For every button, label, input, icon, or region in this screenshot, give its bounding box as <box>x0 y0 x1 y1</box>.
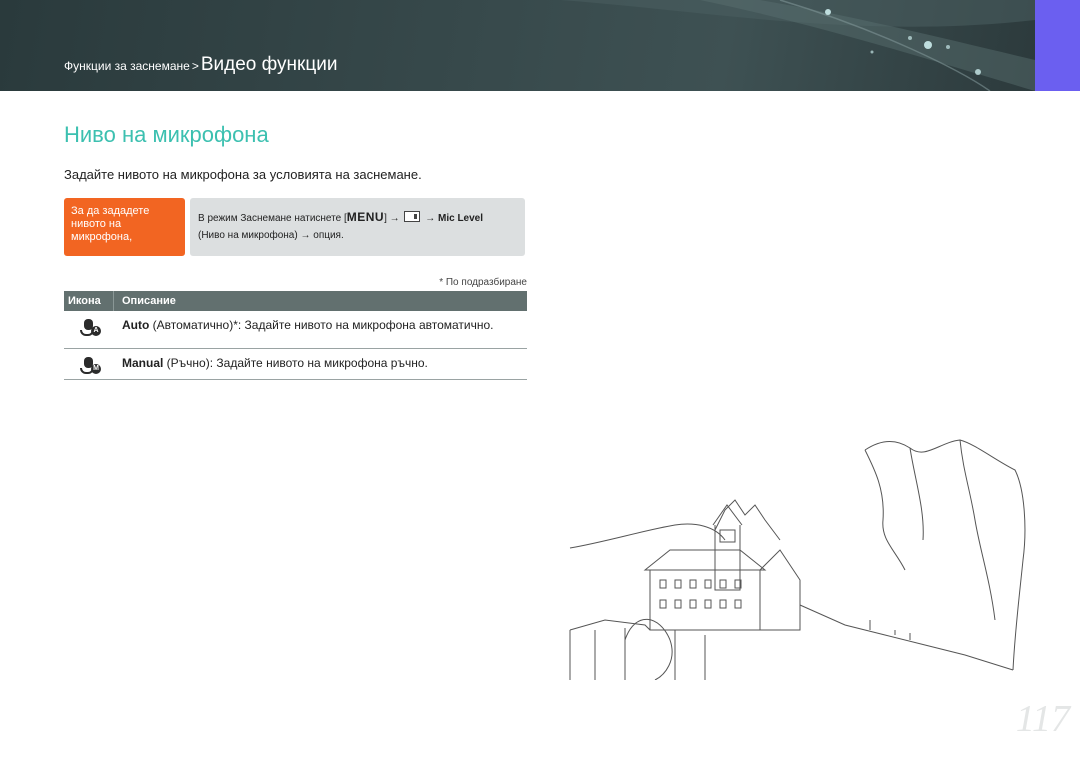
page-number: 117 <box>1015 698 1070 740</box>
description-cell: Auto (Автоматично)*: Задайте нивото на м… <box>114 311 527 348</box>
options-table: Икона Описание A Auto (Автоматично)*: За… <box>64 291 527 380</box>
option-keyword: Auto <box>122 318 150 332</box>
header-accent-bar <box>1035 0 1080 91</box>
table-row: M Manual (Ръчно): Задайте нивото на микр… <box>64 349 527 380</box>
icon-cell: M <box>64 349 114 379</box>
village-line-illustration <box>569 439 1026 680</box>
option-description: (Автоматично)*: Задайте нивото на микроф… <box>149 318 494 332</box>
mic-auto-icon: A <box>78 319 101 337</box>
breadcrumb-current: Видео функции <box>200 54 338 75</box>
column-header-description: Описание <box>122 295 176 307</box>
steps-box: В режим Заснемане натиснете [MENU] → → M… <box>190 198 525 256</box>
icon-cell: A <box>64 311 114 348</box>
mic-manual-icon: M <box>78 357 101 375</box>
mic-manual-badge: M <box>91 364 101 374</box>
option-keyword: Manual <box>122 356 164 370</box>
option-description: (Ръчно): Задайте нивото на микрофона ръч… <box>163 356 428 370</box>
steps-prefix: В режим Заснемане натиснете [ <box>198 213 347 224</box>
steps-line-2: (Ниво на микрофона) → опция. <box>198 230 344 241</box>
video-mode-icon <box>404 211 421 222</box>
header-decoration <box>560 0 1035 91</box>
breadcrumb-parent[interactable]: Функции за заснемане <box>64 59 190 73</box>
page-header: Функции за заснемане > Видео функции <box>0 0 1035 91</box>
breadcrumb: Функции за заснемане > Видео функции <box>64 54 337 76</box>
page-title: Ниво на микрофона <box>64 122 269 147</box>
steps-bracket: ] → <box>384 213 400 224</box>
mic-level-label: Mic Level <box>438 213 484 224</box>
steps-arrow: → <box>425 213 436 224</box>
column-header-icon: Икона <box>64 291 114 311</box>
table-row: A Auto (Автоматично)*: Задайте нивото на… <box>64 311 527 349</box>
menu-key: MENU <box>346 210 385 224</box>
section-intro: Задайте нивото на микрофона за условията… <box>64 167 422 182</box>
mic-auto-badge: A <box>91 326 101 336</box>
breadcrumb-separator: > <box>191 59 199 73</box>
steps-line-1: В режим Заснемане натиснете [MENU] → → M… <box>198 209 517 227</box>
default-note: * По подразбиране <box>439 277 527 288</box>
table-header: Икона Описание <box>64 291 527 311</box>
tip-box: За да зададете нивото на микрофона, <box>64 198 185 256</box>
description-cell: Manual (Ръчно): Задайте нивото на микроф… <box>114 349 527 379</box>
